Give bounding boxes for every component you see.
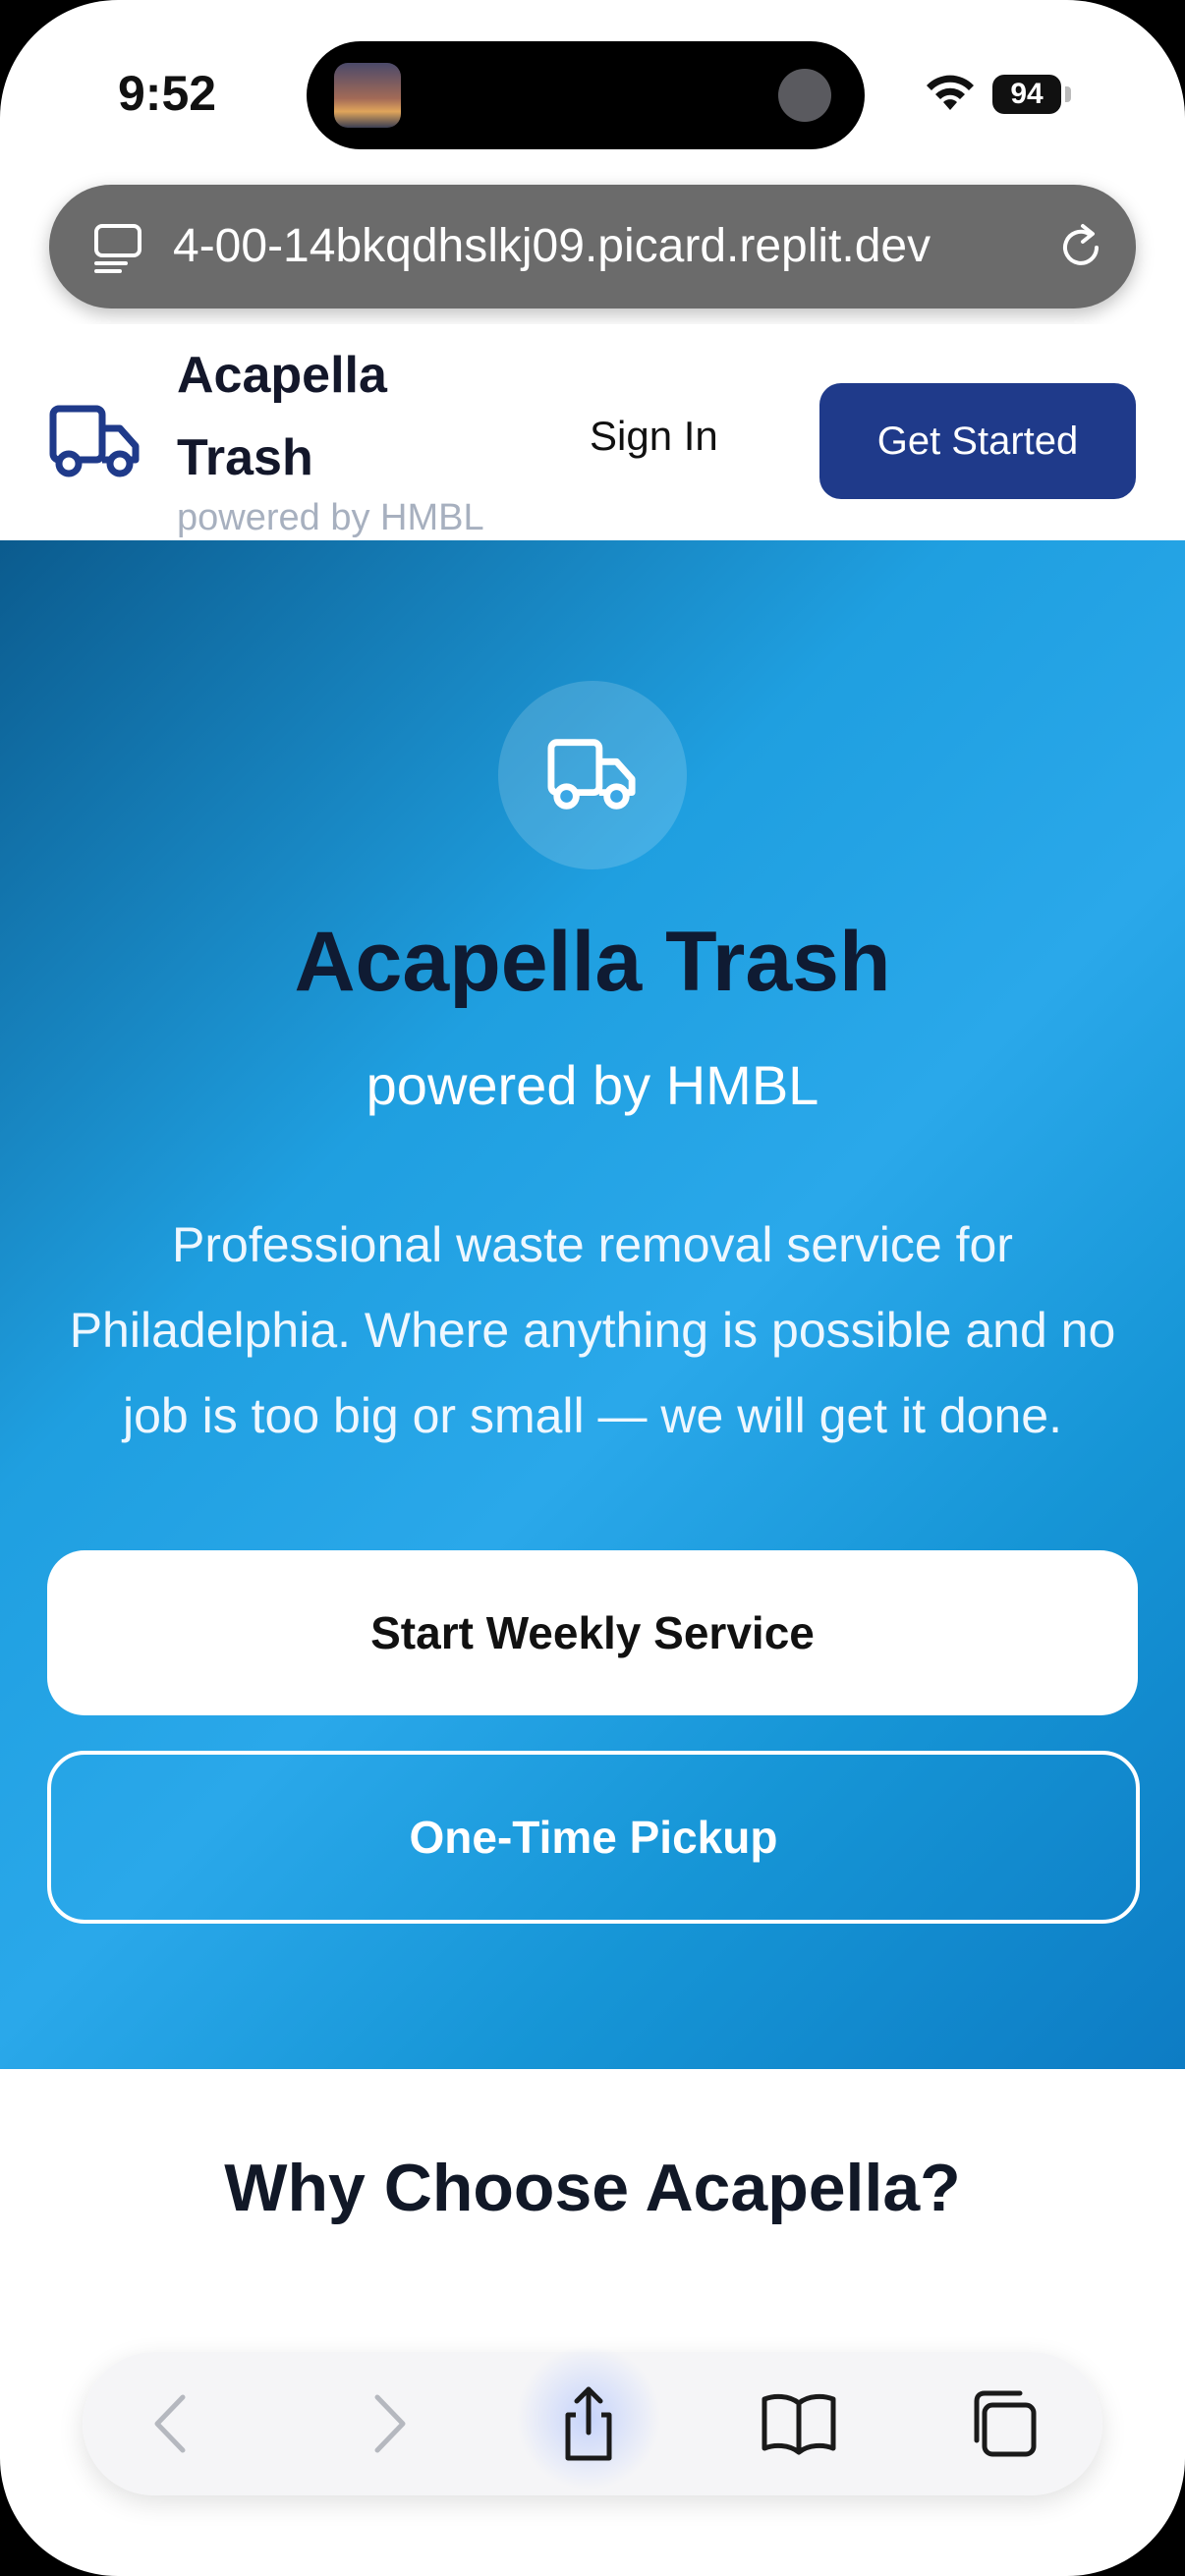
truck-icon[interactable] [49, 403, 141, 481]
get-started-button[interactable]: Get Started [819, 383, 1136, 499]
hero-title: Acapella Trash [294, 915, 891, 1009]
tabs-icon[interactable] [963, 2381, 1047, 2466]
hero-description: Professional waste removal service for P… [69, 1217, 1116, 1443]
hero-badge [498, 681, 687, 869]
hero-section: Acapella Trash powered by HMBL Professio… [0, 540, 1185, 2069]
brand-tagline: powered by HMBL [177, 497, 484, 538]
status-time: 9:52 [118, 66, 217, 121]
start-weekly-service-button[interactable]: Start Weekly Service [47, 1550, 1138, 1715]
truck-icon [547, 739, 636, 810]
phone-screen: 9:52 94 4-00-14bkqdhslkj09.picard.replit… [0, 0, 1185, 2576]
browser-toolbar [83, 2344, 1102, 2495]
hero-powered-by: powered by HMBL [366, 1054, 819, 1116]
sign-in-link[interactable]: Sign In [590, 413, 718, 460]
page-menu-icon[interactable] [90, 220, 145, 275]
forward-icon[interactable] [344, 2381, 428, 2466]
status-bar: 9:52 94 [0, 0, 1185, 187]
dynamic-island [307, 41, 865, 149]
back-icon[interactable] [132, 2381, 216, 2466]
url-text[interactable]: 4-00-14bkqdhslkj09.picard.replit.dev [173, 185, 1077, 308]
wifi-icon [927, 75, 974, 110]
why-choose-heading: Why Choose Acapella? [224, 2151, 961, 2225]
share-icon[interactable] [546, 2381, 631, 2466]
one-time-pickup-button[interactable]: One-Time Pickup [47, 1751, 1140, 1924]
battery-indicator: 94 [992, 75, 1061, 114]
battery-tip [1065, 86, 1071, 102]
camera-icon [778, 69, 831, 122]
brand-name[interactable]: Acapella Trash [177, 334, 472, 499]
bookmarks-icon[interactable] [757, 2381, 841, 2466]
address-bar[interactable]: 4-00-14bkqdhslkj09.picard.replit.dev [49, 185, 1136, 308]
reload-icon[interactable] [1053, 220, 1108, 275]
now-playing-thumbnail [334, 63, 401, 128]
site-header: Acapella Trash powered by HMBL Sign In G… [0, 324, 1185, 540]
